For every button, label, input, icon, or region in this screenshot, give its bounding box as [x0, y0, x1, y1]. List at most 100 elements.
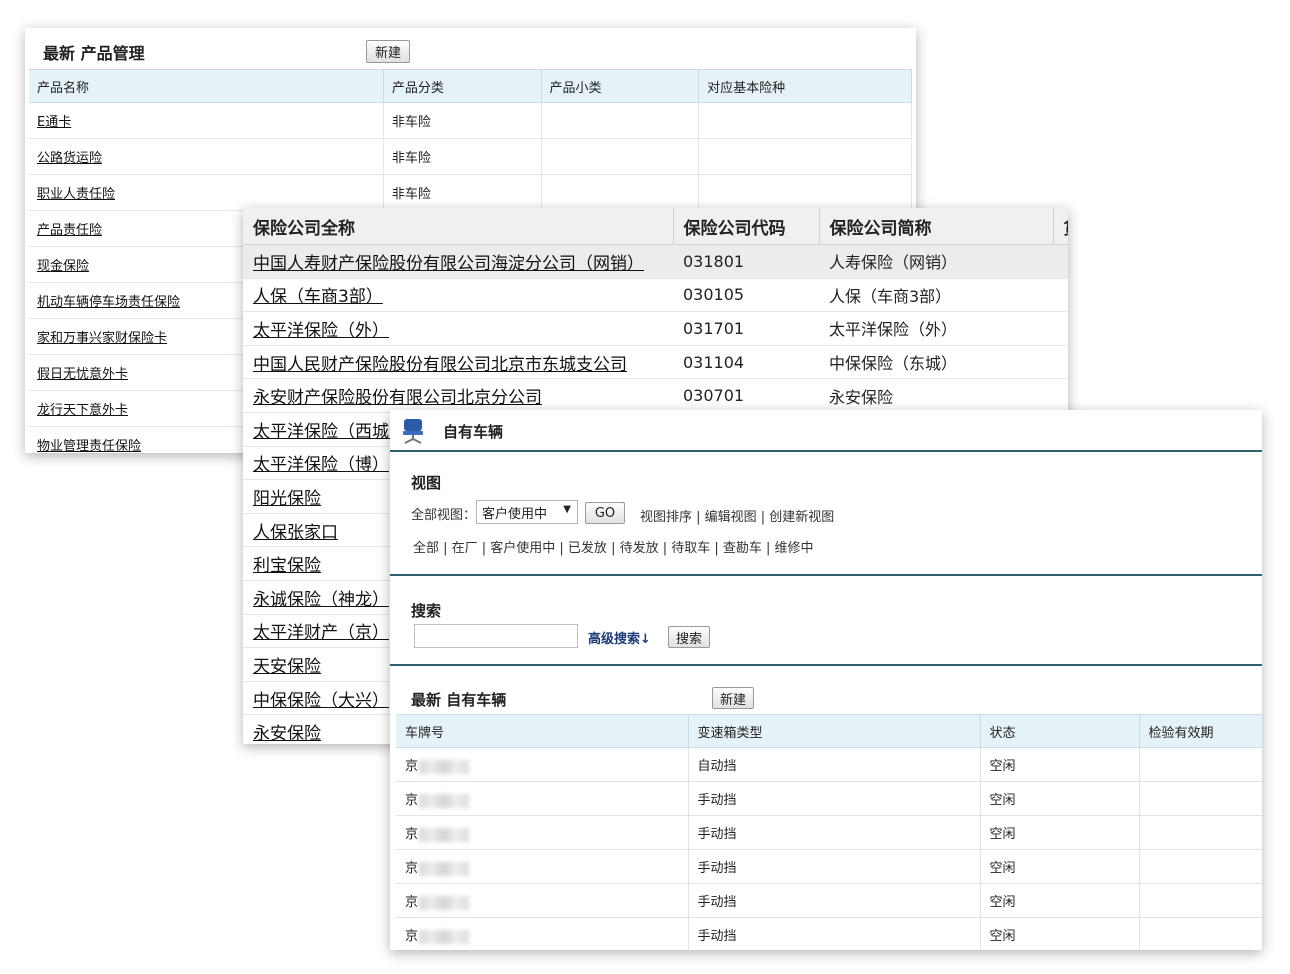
plate-cell[interactable]: 京	[396, 815, 689, 850]
plate-cell[interactable]: 京	[396, 781, 689, 816]
table-row: 职业人责任险 非车险	[29, 174, 912, 211]
column-header[interactable]: 产品名称	[29, 69, 384, 103]
product-name-link[interactable]: 龙行天下意外卡	[37, 403, 128, 418]
company-name-link[interactable]: 中国人寿财产保险股份有限公司海淀分公司（网销）	[253, 254, 644, 274]
product-name-link[interactable]: 产品责任险	[37, 223, 102, 238]
table-row: 人保（车商3部） 030105 人保（车商3部）	[243, 278, 1068, 313]
status-cell: 空闲	[980, 815, 1140, 850]
column-header[interactable]: 产品分类	[383, 69, 542, 103]
inspection-expiry-cell	[1139, 849, 1262, 884]
status-cell: 空闲	[980, 849, 1140, 884]
company-code-cell: 031701	[673, 311, 819, 346]
search-button[interactable]: 搜索	[668, 626, 710, 648]
own-vehicles-panel: 自有车辆 视图 全部视图： 客户使用中 ▼ GO 视图排序 | 编辑视图 | 创…	[390, 410, 1262, 950]
plate-number-redacted	[419, 929, 470, 944]
company-name-cell: 人保（车商3部）	[243, 278, 673, 313]
column-header[interactable]: 车牌号	[396, 714, 689, 748]
plate-cell[interactable]: 京	[396, 747, 689, 782]
company-name-link[interactable]: 人保（车商3部）	[253, 287, 383, 307]
plate-prefix[interactable]: 京	[405, 895, 418, 910]
product-list-title: 最新 产品管理	[43, 44, 145, 63]
advanced-search-link[interactable]: 高级搜索↓	[588, 628, 651, 647]
extra-cell	[1053, 345, 1068, 380]
column-header[interactable]: 状态	[980, 714, 1140, 748]
status-cell: 空闲	[980, 917, 1140, 950]
company-name-link[interactable]: 利宝保险	[253, 556, 321, 576]
vehicle-list-title: 最新 自有车辆	[411, 691, 507, 709]
table-row: 公路货运险 非车险	[29, 138, 912, 175]
table-row: 中国人民财产保险股份有限公司北京市东城支公司 031104 中保保险（东城）	[243, 345, 1068, 380]
product-name-link[interactable]: E通卡	[37, 115, 71, 130]
product-category-cell: 非车险	[383, 174, 542, 211]
company-code-cell: 031104	[673, 345, 819, 380]
status-cell: 空闲	[980, 747, 1140, 782]
inspection-expiry-cell	[1139, 781, 1262, 816]
table-row: 京 手动挡 空闲	[396, 849, 1262, 884]
plate-prefix[interactable]: 京	[405, 929, 418, 944]
company-name-link[interactable]: 阳光保险	[253, 489, 321, 509]
product-name-link[interactable]: 假日无忧意外卡	[37, 367, 128, 382]
product-name-link[interactable]: 机动车辆停车场责任保险	[37, 295, 180, 310]
company-short-name-cell: 太平洋保险（外）	[819, 311, 1053, 346]
plate-prefix[interactable]: 京	[405, 861, 418, 876]
gearbox-cell: 手动挡	[688, 883, 981, 918]
new-product-button[interactable]: 新建	[366, 40, 410, 63]
company-name-cell: 中国人寿财产保险股份有限公司海淀分公司（网销）	[243, 244, 673, 279]
table-header-row: 车牌号 变速箱类型 状态 检验有效期	[396, 714, 1262, 748]
company-name-link[interactable]: 永安保险	[253, 724, 321, 744]
product-name-link[interactable]: 公路货运险	[37, 151, 102, 166]
company-name-link[interactable]: 太平洋财产（京）	[253, 623, 389, 643]
extra-cell	[1053, 244, 1068, 279]
column-header[interactable]: 产品小类	[541, 69, 700, 103]
gearbox-cell: 手动挡	[688, 917, 981, 950]
inspection-expiry-cell	[1139, 917, 1262, 950]
company-name-link[interactable]: 人保张家口	[253, 523, 338, 543]
company-name-link[interactable]: 太平洋保险（西城）	[253, 422, 406, 442]
product-name-link[interactable]: 家和万事兴家财保险卡	[37, 331, 167, 346]
base-insurance-cell	[698, 138, 912, 175]
column-header[interactable]: 保险公司全称	[243, 208, 674, 245]
column-header[interactable]: 保险公司简称	[819, 208, 1054, 245]
company-code-cell: 031801	[673, 244, 819, 279]
view-links[interactable]: 视图排序 | 编辑视图 | 创建新视图	[640, 506, 834, 525]
column-header[interactable]: 货	[1053, 208, 1068, 245]
company-name-link[interactable]: 中国人民财产保险股份有限公司北京市东城支公司	[253, 355, 627, 375]
company-name-link[interactable]: 天安保险	[253, 657, 321, 677]
column-header[interactable]: 变速箱类型	[688, 714, 981, 748]
column-header[interactable]: 保险公司代码	[673, 208, 820, 245]
go-button[interactable]: GO	[585, 502, 625, 524]
inspection-expiry-cell	[1139, 883, 1262, 918]
plate-prefix[interactable]: 京	[405, 759, 418, 774]
dropdown-arrow-icon: ▼	[563, 504, 571, 515]
table-row: 京 手动挡 空闲	[396, 883, 1262, 918]
page-title: 自有车辆	[443, 423, 504, 441]
view-select[interactable]: 客户使用中 ▼	[476, 500, 578, 524]
company-name-link[interactable]: 中保保险（大兴）	[253, 691, 389, 711]
section-divider	[390, 664, 1262, 666]
search-input[interactable]	[414, 624, 578, 648]
product-category-cell: 非车险	[383, 138, 542, 175]
column-header[interactable]: 检验有效期	[1139, 714, 1262, 748]
product-name-link[interactable]: 物业管理责任保险	[37, 439, 141, 453]
plate-cell[interactable]: 京	[396, 883, 689, 918]
company-name-link[interactable]: 永诚保险（神龙）	[253, 590, 389, 610]
column-header[interactable]: 对应基本险种	[698, 69, 912, 103]
table-row: 京 自动挡 空闲	[396, 747, 1262, 782]
plate-prefix[interactable]: 京	[405, 827, 418, 842]
product-name-link[interactable]: 职业人责任险	[37, 187, 115, 202]
plate-prefix[interactable]: 京	[405, 793, 418, 808]
company-name-link[interactable]: 永安财产保险股份有限公司北京分公司	[253, 388, 542, 408]
product-name-link[interactable]: 现金保险	[37, 259, 89, 274]
plate-number-redacted	[419, 861, 470, 876]
gearbox-cell: 手动挡	[688, 849, 981, 884]
table-header-row: 产品名称 产品分类 产品小类 对应基本险种	[29, 69, 912, 103]
view-filter-links[interactable]: 全部 | 在厂 | 客户使用中 | 已发放 | 待发放 | 待取车 | 查勘车 …	[413, 537, 814, 556]
company-name-link[interactable]: 太平洋保险（外）	[253, 321, 389, 341]
base-insurance-cell	[698, 102, 912, 139]
company-name-cell: 中国人民财产保险股份有限公司北京市东城支公司	[243, 345, 673, 380]
search-section-title: 搜索	[411, 602, 442, 620]
company-name-link[interactable]: 太平洋保险（博）	[253, 455, 389, 475]
plate-cell[interactable]: 京	[396, 849, 689, 884]
new-vehicle-button[interactable]: 新建	[712, 687, 754, 709]
plate-cell[interactable]: 京	[396, 917, 689, 950]
